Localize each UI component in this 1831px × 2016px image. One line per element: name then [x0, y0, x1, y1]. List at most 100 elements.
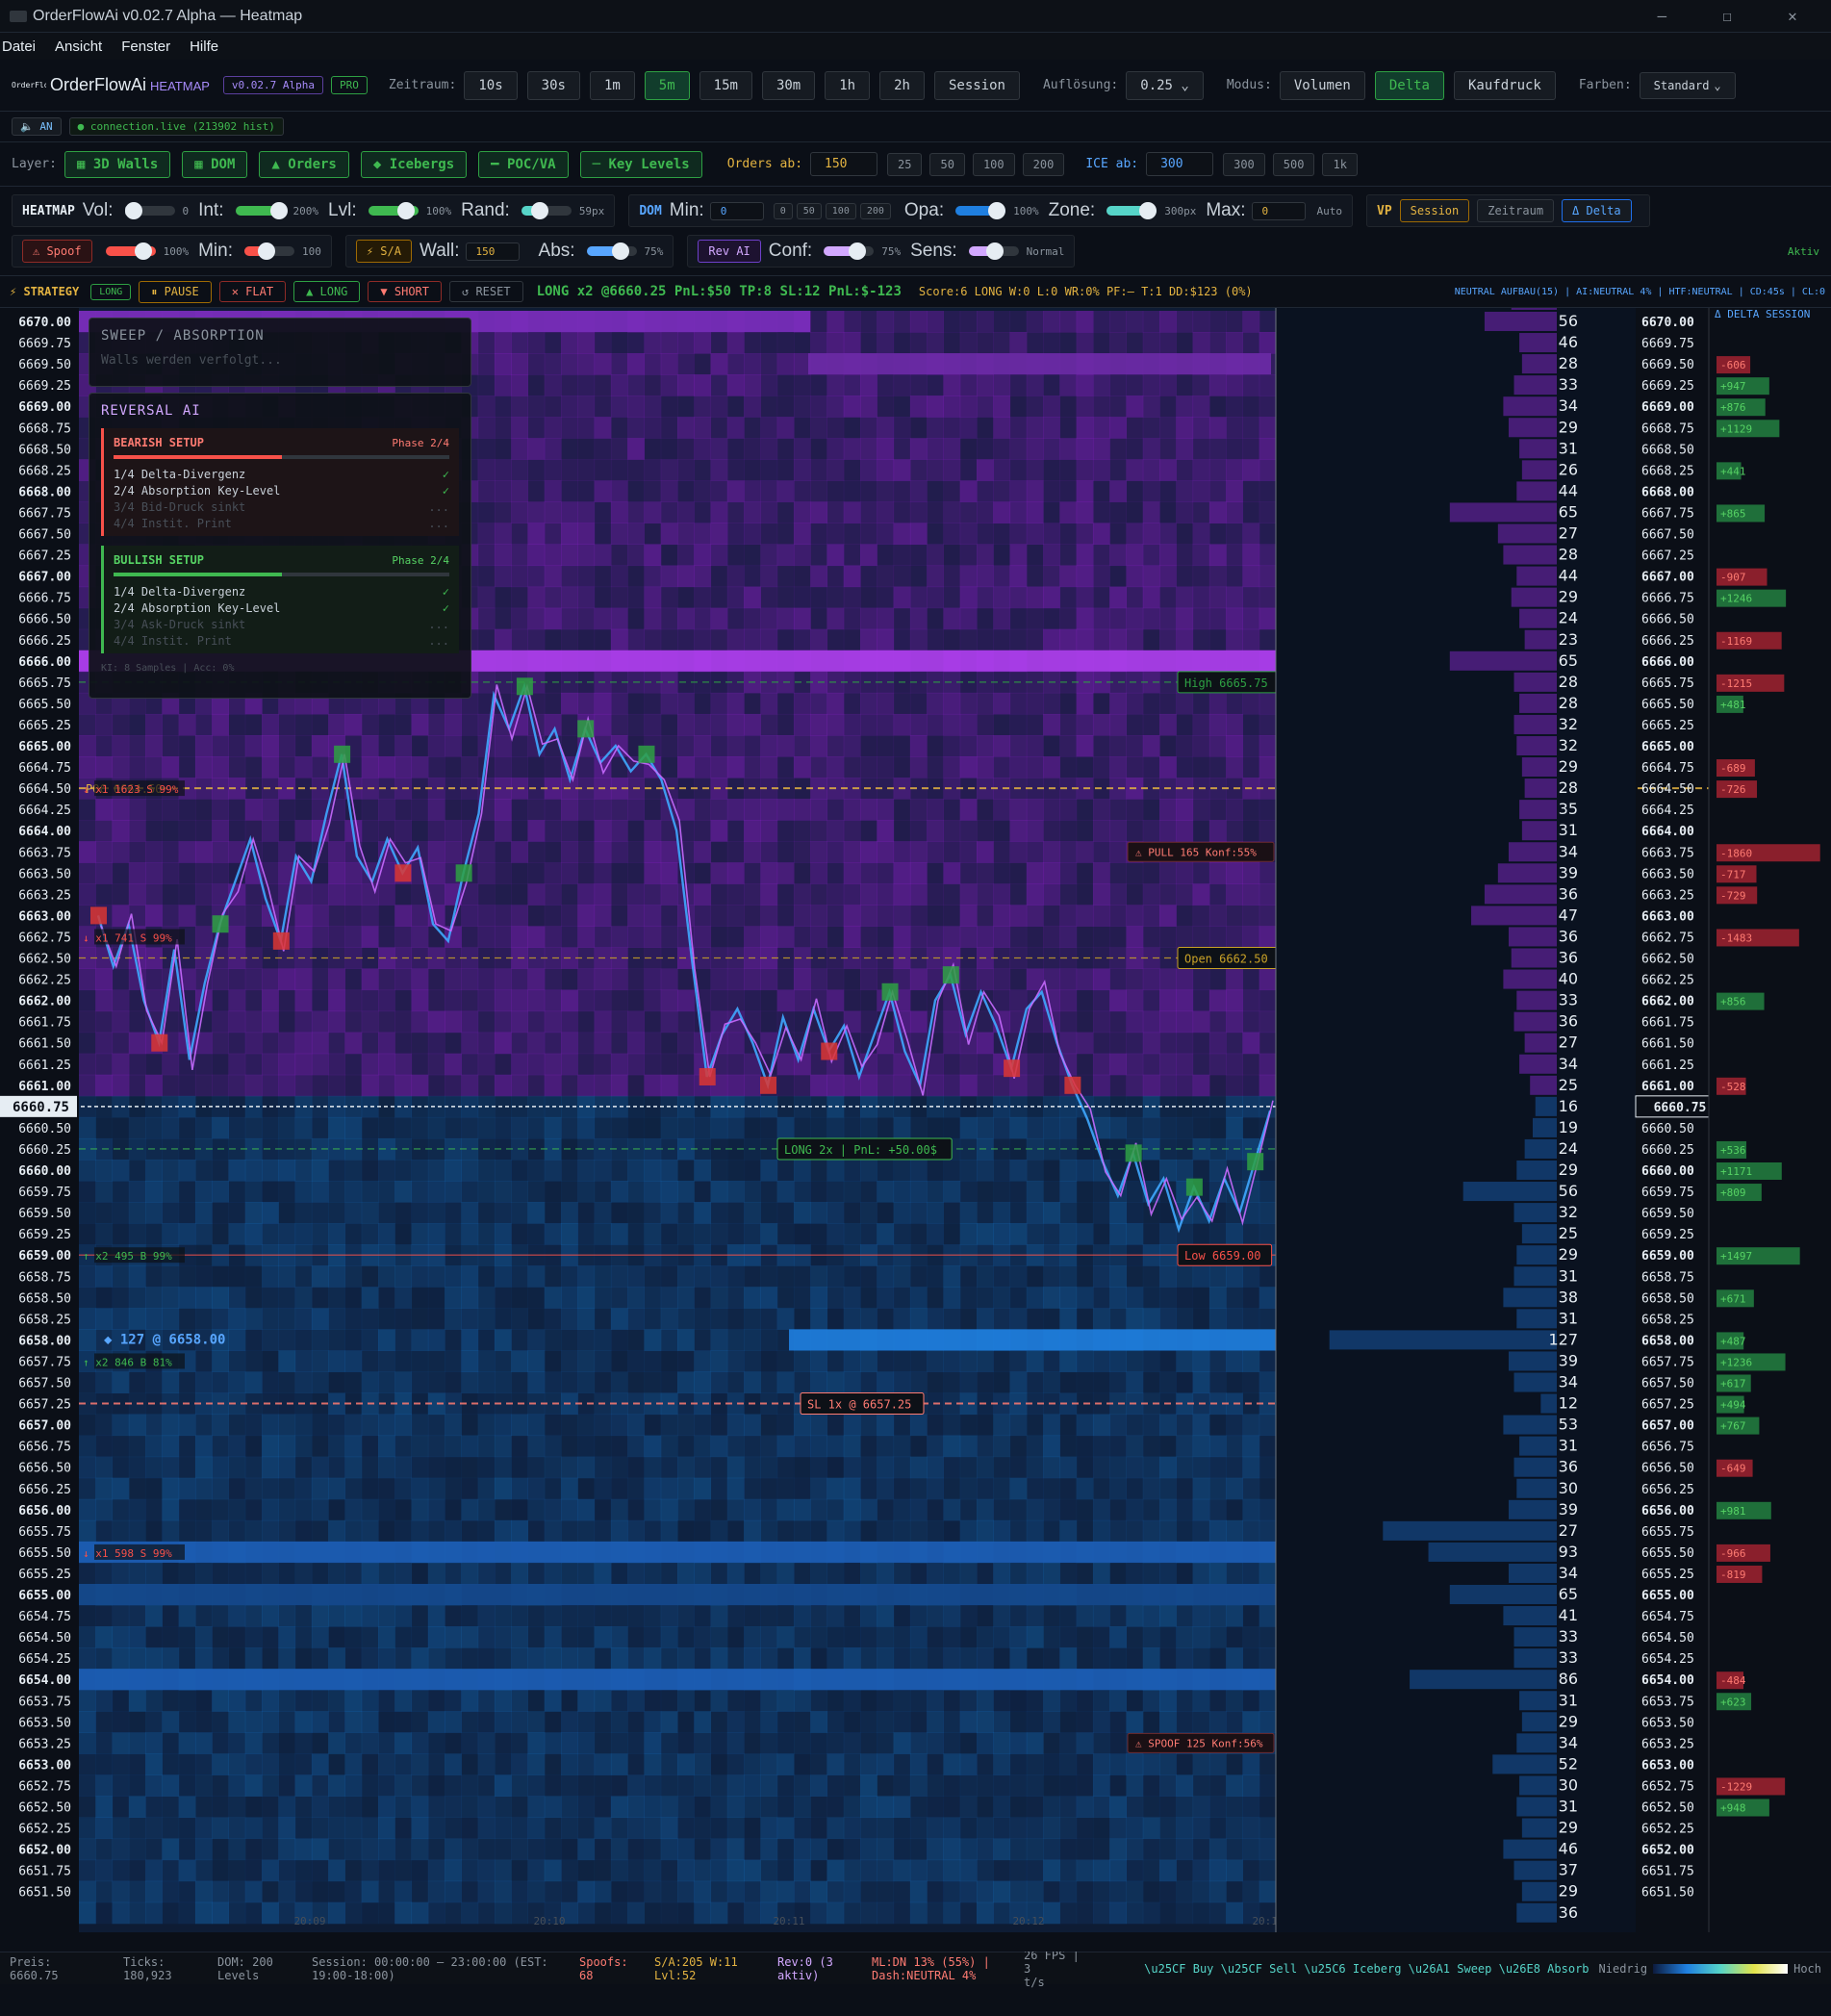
heatmap-cell	[843, 310, 861, 333]
layer-toggle-1[interactable]: ▦ DOM	[182, 150, 248, 178]
version-badge: v0.02.7 Alpha	[222, 76, 324, 94]
layer-toggle-4[interactable]: ━ POC/VA	[478, 150, 569, 178]
long-button[interactable]: ▲ LONG	[293, 281, 361, 302]
heatmap-cell	[278, 1456, 296, 1479]
heatmap-cell	[1242, 1010, 1260, 1034]
farben-select[interactable]: Standard ⌄	[1639, 71, 1736, 99]
heatmap-cell	[1208, 586, 1227, 609]
maximize-button[interactable]: ☐	[1698, 7, 1756, 25]
heatmap-cell	[394, 1308, 413, 1330]
heatmap-cell	[744, 607, 761, 630]
flat-button[interactable]: ✕ FLAT	[218, 281, 287, 302]
dom-min-option-0[interactable]: 0	[773, 202, 793, 219]
sa-toggle[interactable]: ⚡ S/A	[355, 240, 412, 263]
orders-input[interactable]: 150	[810, 152, 878, 176]
pause-button[interactable]: ⏸ PAUSE	[139, 280, 212, 303]
heatmap-cell	[128, 1414, 146, 1437]
short-button[interactable]: ▼ SHORT	[368, 281, 442, 302]
vp-session-button[interactable]: Session	[1399, 199, 1470, 222]
ice-option-300[interactable]: 300	[1223, 152, 1265, 176]
heatmap-cell	[145, 862, 163, 884]
layer-toggle-2[interactable]: ▲ Orders	[259, 150, 349, 178]
heatmap-cell	[826, 586, 845, 609]
rand-slider[interactable]	[521, 202, 572, 219]
close-button[interactable]: ✕	[1764, 7, 1821, 25]
zeitraum-1m-button[interactable]: 1m	[589, 70, 635, 100]
wall-input[interactable]: 150	[465, 242, 520, 261]
menu-hilfe[interactable]: Hilfe	[190, 38, 218, 55]
aufloesung-select[interactable]: 0.25 ⌄	[1126, 70, 1204, 100]
zeitraum-5m-button[interactable]: 5m	[644, 70, 690, 100]
heatmap-cell	[909, 501, 928, 523]
sens-slider[interactable]	[968, 242, 1019, 260]
max-input[interactable]: 0	[1251, 201, 1306, 220]
heatmap-cell	[1126, 905, 1144, 927]
heatmap-cell	[710, 1095, 728, 1118]
zeitraum-30m-button[interactable]: 30m	[761, 70, 816, 100]
heatmap-cell	[909, 1181, 928, 1203]
zone-slider[interactable]	[1106, 202, 1157, 219]
zeitraum-10s-button[interactable]: 10s	[464, 70, 518, 100]
orders-option-200[interactable]: 200	[1022, 152, 1065, 176]
modus-kaufdruck-button[interactable]: Kaufdruck	[1454, 70, 1556, 100]
abs-slider[interactable]	[586, 242, 637, 260]
zeitraum-2h-button[interactable]: 2h	[879, 70, 925, 100]
orders-option-25[interactable]: 25	[887, 152, 923, 176]
heatmap-cell	[95, 1116, 114, 1139]
layer-toggle-5[interactable]: ─ Key Levels	[579, 150, 702, 178]
heatmap-cell	[411, 1414, 429, 1437]
vol-slider[interactable]	[124, 202, 175, 219]
ice-option-500[interactable]: 500	[1272, 152, 1315, 176]
int-slider[interactable]	[235, 202, 288, 219]
orders-option-50[interactable]: 50	[929, 152, 965, 176]
dom-min-input[interactable]: 0	[709, 201, 764, 220]
sound-toggle[interactable]: 🔈 AN	[12, 117, 62, 136]
dom-min-option-100[interactable]: 100	[825, 202, 856, 219]
heatmap-cell	[826, 734, 845, 757]
zeitraum-session-button[interactable]: Session	[933, 70, 1020, 100]
menu-ansicht[interactable]: Ansicht	[55, 38, 102, 55]
zeitraum-15m-button[interactable]: 15m	[699, 70, 752, 100]
heatmap-cell	[993, 1074, 1011, 1097]
rev-ai-toggle[interactable]: Rev AI	[698, 240, 761, 263]
heatmap-cell	[1176, 756, 1194, 778]
menu-fenster[interactable]: Fenster	[121, 38, 170, 55]
menu-datei[interactable]: Datei	[2, 38, 36, 55]
opa-slider[interactable]	[955, 202, 1006, 219]
ice-input[interactable]: 300	[1146, 152, 1214, 176]
zeitraum-30s-button[interactable]: 30s	[526, 70, 580, 100]
vp-delta-button[interactable]: Δ Delta	[1562, 199, 1632, 222]
heatmap-cell	[145, 1626, 163, 1648]
orders-option-100[interactable]: 100	[972, 152, 1015, 176]
minimize-button[interactable]: —	[1633, 7, 1691, 25]
spoof-min-slider[interactable]	[243, 242, 294, 260]
heatmap-cell	[1009, 1371, 1028, 1394]
modus-delta-button[interactable]: Delta	[1374, 70, 1444, 100]
heatmap-cell	[477, 1116, 496, 1139]
heatmap-cell	[162, 756, 180, 778]
spoof-slider[interactable]	[105, 242, 156, 260]
heatmap-cell	[644, 1690, 662, 1712]
heatmap-cell	[228, 1605, 246, 1627]
heatmap-cell	[194, 1562, 213, 1585]
conf-slider[interactable]	[824, 242, 875, 260]
heatmap-cell	[909, 417, 928, 439]
layer-toggle-3[interactable]: ◆ Icebergs	[360, 150, 468, 178]
reset-button[interactable]: ↺ RESET	[449, 281, 523, 302]
ice-option-1k[interactable]: 1k	[1322, 152, 1358, 176]
dom-min-option-200[interactable]: 200	[859, 202, 891, 219]
heatmap-cell	[194, 1159, 213, 1182]
modus-volumen-button[interactable]: Volumen	[1279, 70, 1365, 100]
layer-toggle-0[interactable]: ▦ 3D Walls	[64, 150, 171, 178]
heatmap-cell	[826, 374, 845, 396]
heatmap-cell	[1092, 628, 1110, 651]
dom-min-option-50[interactable]: 50	[796, 202, 822, 219]
heatmap-cell	[162, 1605, 180, 1627]
heatmap-cell	[1176, 480, 1194, 502]
heatmap-cell	[445, 1202, 462, 1224]
spoof-toggle[interactable]: ⚠ Spoof	[22, 240, 92, 263]
vp-zeitraum-button[interactable]: Zeitraum	[1477, 199, 1555, 222]
lvl-slider[interactable]	[368, 202, 419, 219]
zeitraum-1h-button[interactable]: 1h	[825, 70, 871, 100]
heatmap-cell	[893, 1605, 911, 1627]
